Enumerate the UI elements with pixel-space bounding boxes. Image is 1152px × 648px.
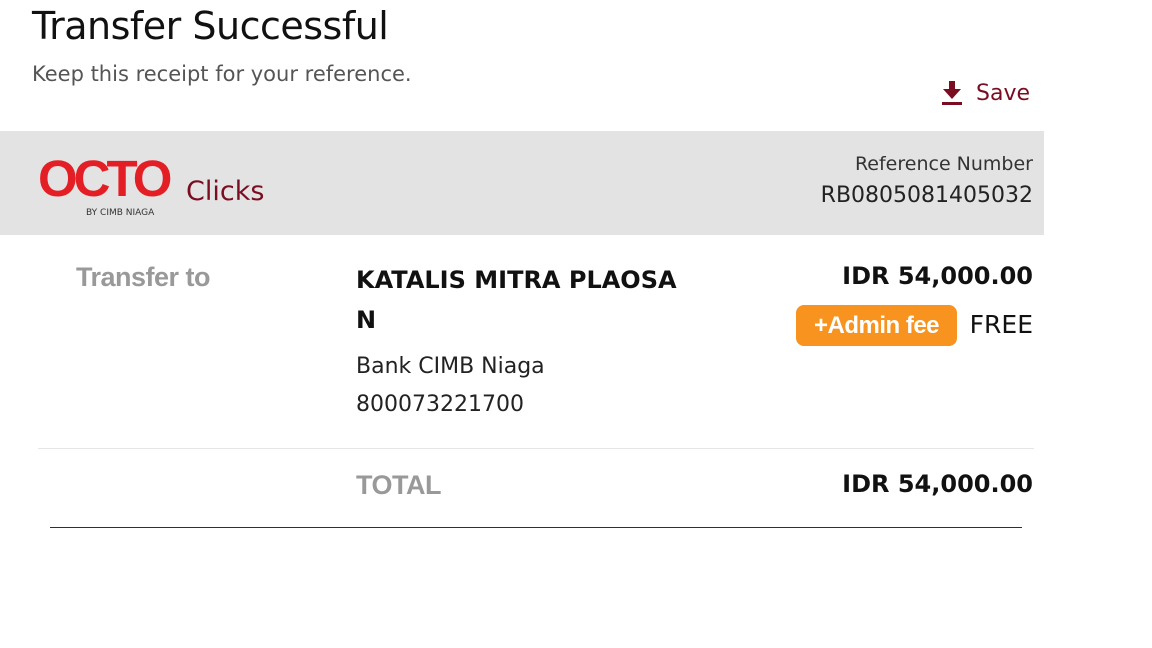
- logo-by-text: BY CIMB NIAGA: [86, 208, 155, 218]
- recipient-account-number: 800073221700: [356, 392, 524, 417]
- logo-clicks-text: Clicks: [186, 176, 264, 207]
- reference-number: RB0805081405032: [820, 183, 1033, 208]
- total-amount: IDR 54,000.00: [842, 470, 1033, 498]
- transfer-to-label: Transfer to: [76, 262, 211, 292]
- total-label: TOTAL: [356, 470, 442, 500]
- recipient-bank: Bank CIMB Niaga: [356, 354, 545, 379]
- save-button[interactable]: Save: [940, 76, 1036, 110]
- octo-clicks-logo: OCTO Clicks BY CIMB NIAGA: [38, 150, 278, 219]
- page-subtitle: Keep this receipt for your reference.: [32, 62, 412, 86]
- admin-fee-value: FREE: [969, 310, 1033, 339]
- admin-fee-badge: +Admin fee: [796, 305, 957, 346]
- logo-octo-text: OCTO: [38, 153, 171, 207]
- reference-label: Reference Number: [854, 153, 1033, 175]
- row-divider: [38, 448, 1034, 449]
- save-label: Save: [976, 80, 1031, 106]
- recipient-name: KATALIS MITRA PLAOSAN: [356, 266, 677, 334]
- receipt-header: OCTO Clicks BY CIMB NIAGA Reference Numb…: [0, 131, 1044, 235]
- download-icon: [940, 80, 964, 106]
- receipt-bottom-divider: [50, 527, 1022, 528]
- transfer-amount: IDR 54,000.00: [842, 262, 1033, 290]
- page-title: Transfer Successful: [32, 4, 389, 48]
